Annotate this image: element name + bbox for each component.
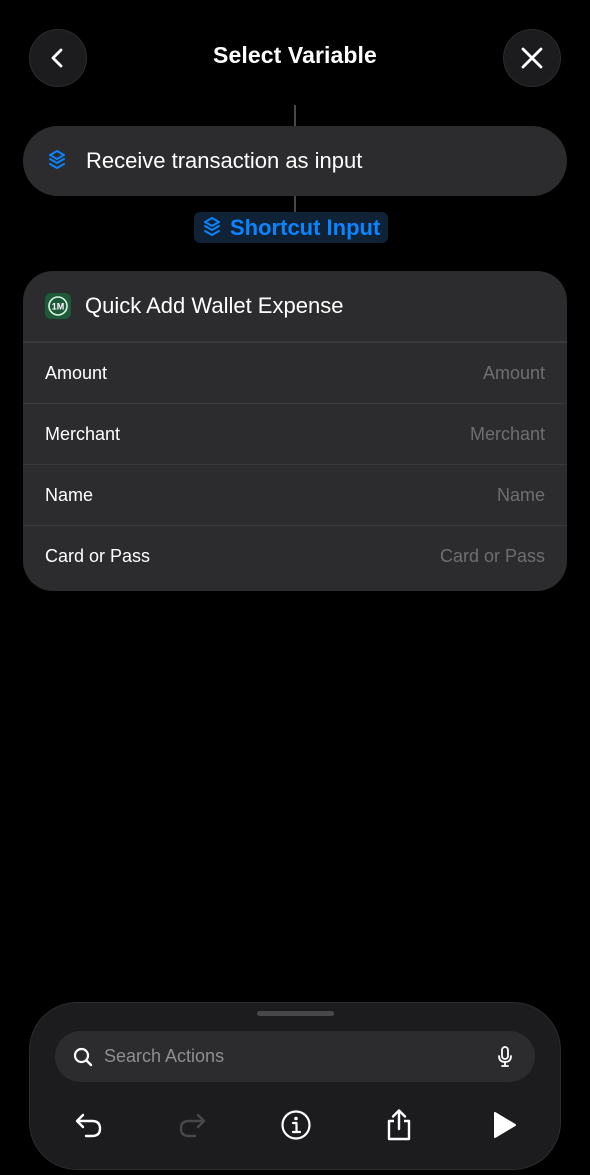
shortcut-input-label: Shortcut Input [230,214,381,240]
bottom-action-panel [29,1002,561,1170]
wallet-expense-action-card: 1M Quick Add Wallet Expense Amount Amoun… [23,271,567,591]
search-actions-bar[interactable] [55,1031,535,1082]
receive-input-label: Receive transaction as input [86,148,363,173]
redo-icon [177,1111,207,1139]
run-button[interactable] [480,1101,528,1149]
share-icon [384,1108,414,1142]
undo-icon [74,1111,104,1139]
shortcut-stack-icon [46,149,68,173]
flow-connector-top [294,105,296,126]
editor-toolbar [30,1101,560,1149]
param-label: Card or Pass [45,546,151,566]
param-row-amount[interactable]: Amount Amount [23,343,567,404]
play-icon [490,1110,518,1140]
close-button[interactable] [503,29,561,87]
param-label: Amount [45,362,108,383]
microphone-icon[interactable] [495,1045,515,1069]
param-label: Merchant [45,423,121,444]
param-row-name[interactable]: Name Name [23,465,567,526]
param-row-card-or-pass[interactable]: Card or Pass Card or Pass [23,526,567,587]
info-button[interactable] [272,1101,320,1149]
param-label: Name [45,484,94,505]
param-placeholder[interactable]: Amount [483,363,545,384]
param-placeholder[interactable]: Merchant [470,424,545,445]
search-icon [72,1046,94,1068]
param-placeholder[interactable]: Card or Pass [440,546,545,567]
param-placeholder[interactable]: Name [497,485,545,506]
redo-button[interactable] [168,1101,216,1149]
undo-button[interactable] [65,1101,113,1149]
receive-input-action[interactable]: Receive transaction as input [23,126,567,196]
svg-text:1M: 1M [52,302,65,312]
close-icon [520,46,544,70]
shortcut-stack-icon [202,216,222,240]
search-actions-input[interactable] [104,1046,495,1067]
flow-connector-middle [294,196,296,212]
shortcut-input-variable[interactable]: Shortcut Input [194,212,389,243]
info-icon [280,1109,312,1141]
action-title: Quick Add Wallet Expense [85,293,344,318]
1m-app-icon: 1M [45,293,71,319]
action-card-header[interactable]: 1M Quick Add Wallet Expense [23,271,567,343]
panel-grabber-handle[interactable] [257,1011,334,1016]
page-title: Select Variable [213,42,377,68]
share-button[interactable] [375,1101,423,1149]
param-row-merchant[interactable]: Merchant Merchant [23,404,567,465]
